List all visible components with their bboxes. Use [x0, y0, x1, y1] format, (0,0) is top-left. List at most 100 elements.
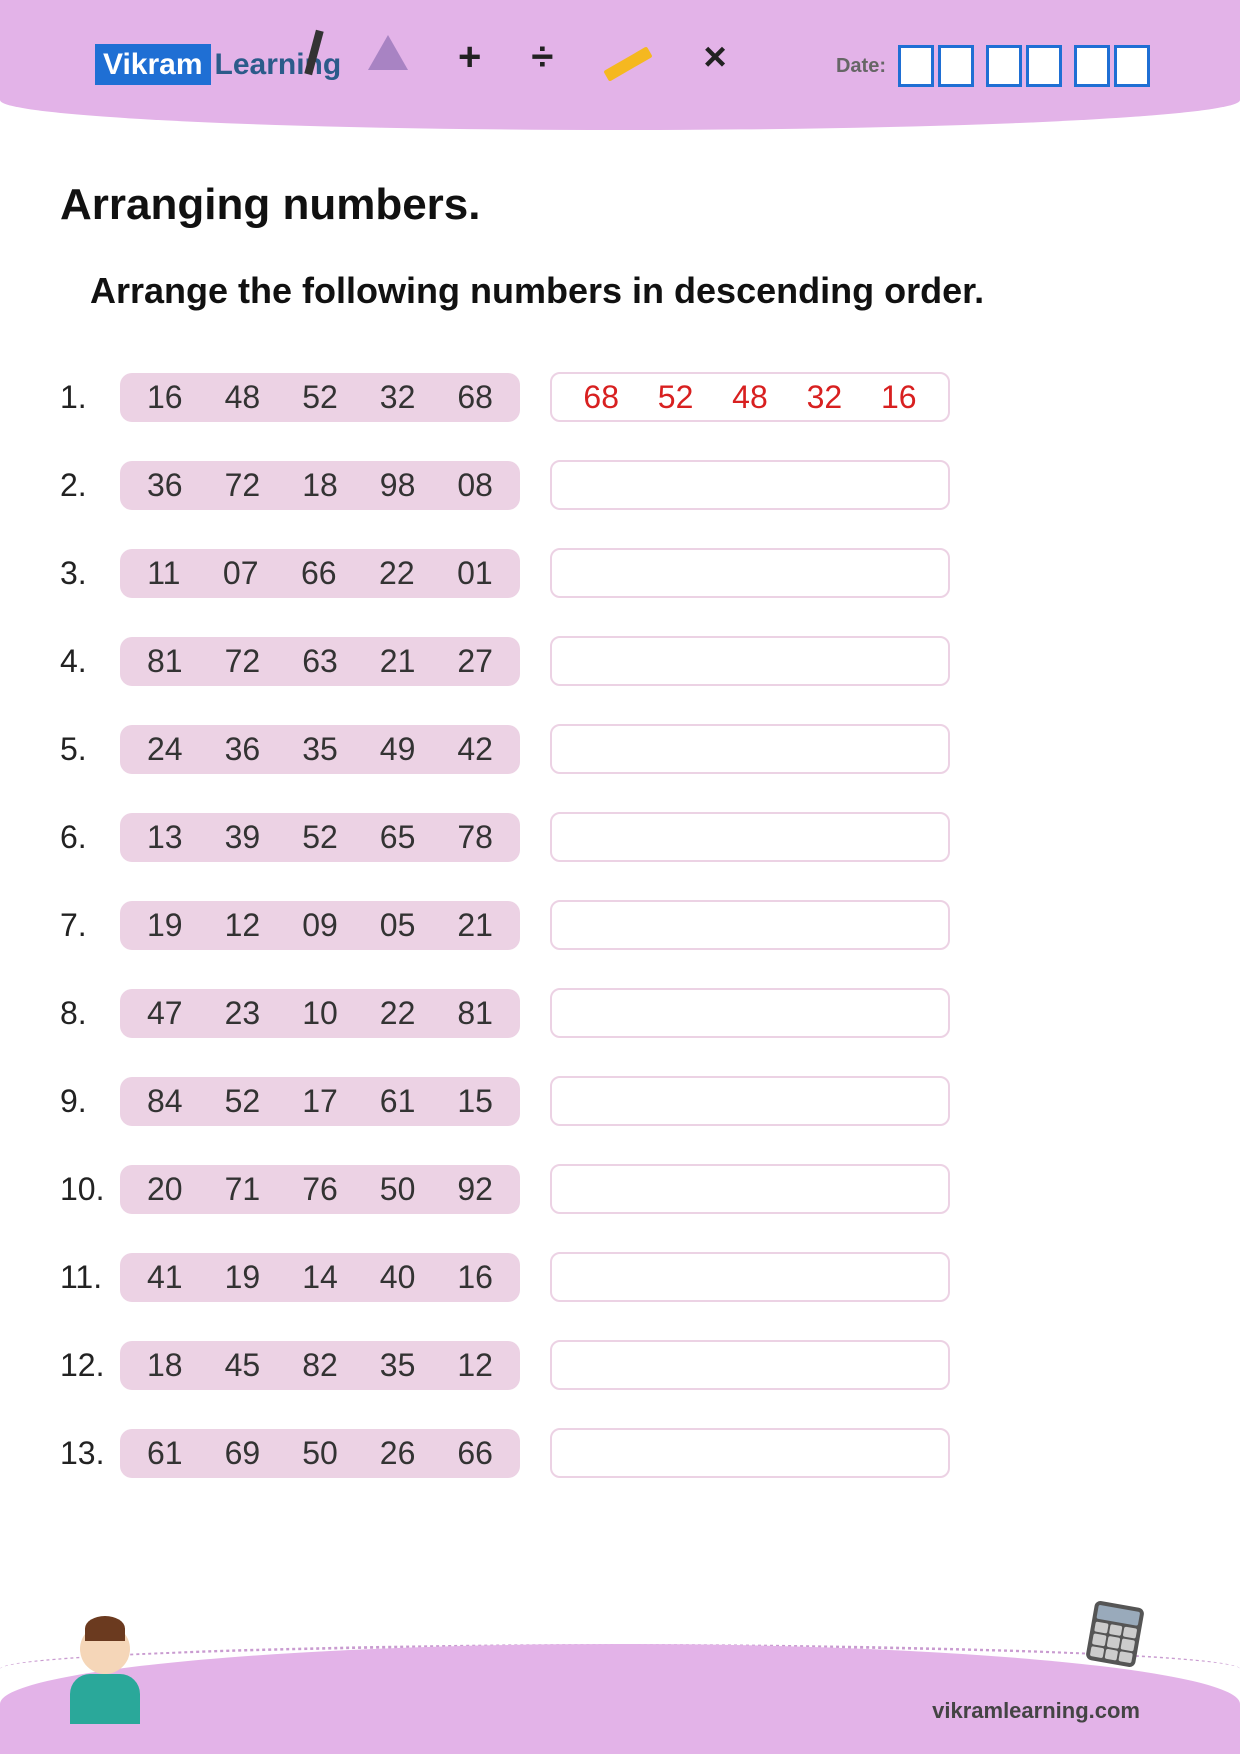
given-number: 81 [147, 643, 183, 680]
problem-number: 7. [60, 907, 120, 944]
given-number: 52 [302, 819, 338, 856]
given-number: 16 [457, 1259, 493, 1296]
given-number: 07 [223, 555, 259, 592]
answer-box[interactable] [550, 812, 950, 862]
given-number: 42 [457, 731, 493, 768]
problem-row: 10.2071765092 [60, 1164, 1180, 1214]
problem-row: 13.6169502666 [60, 1428, 1180, 1478]
date-box-group-1 [898, 45, 974, 87]
given-number: 50 [380, 1171, 416, 1208]
given-numbers: 1339526578 [120, 813, 520, 862]
given-number: 76 [302, 1171, 338, 1208]
answer-box[interactable] [550, 1164, 950, 1214]
given-number: 52 [225, 1083, 261, 1120]
given-number: 26 [380, 1435, 416, 1472]
answer-box[interactable] [550, 900, 950, 950]
given-number: 21 [380, 643, 416, 680]
answer-number: 68 [583, 379, 619, 416]
given-number: 72 [225, 467, 261, 504]
answer-number: 52 [658, 379, 694, 416]
date-input-box[interactable] [1026, 45, 1062, 87]
date-input-box[interactable] [1114, 45, 1150, 87]
given-number: 41 [147, 1259, 183, 1296]
problem-number: 4. [60, 643, 120, 680]
page-title: Arranging numbers. [60, 180, 1180, 230]
header-math-icons: + ÷ × [310, 30, 727, 85]
given-number: 68 [457, 379, 493, 416]
problem-row: 1.16485232686852483216 [60, 372, 1180, 422]
date-section: Date: [836, 45, 1150, 87]
given-numbers: 3672189808 [120, 461, 520, 510]
times-symbol: × [703, 35, 726, 80]
given-number: 45 [225, 1347, 261, 1384]
given-numbers: 2436354942 [120, 725, 520, 774]
given-number: 82 [302, 1347, 338, 1384]
problem-row: 9.8452176115 [60, 1076, 1180, 1126]
answer-box[interactable] [550, 724, 950, 774]
given-number: 15 [457, 1083, 493, 1120]
problem-number: 13. [60, 1435, 120, 1472]
answer-box[interactable] [550, 460, 950, 510]
problem-number: 11. [60, 1259, 120, 1296]
answer-box[interactable] [550, 636, 950, 686]
problem-row: 5.2436354942 [60, 724, 1180, 774]
given-number: 22 [379, 555, 415, 592]
answer-box[interactable] [550, 1252, 950, 1302]
given-numbers: 1912090521 [120, 901, 520, 950]
given-number: 16 [147, 379, 183, 416]
problem-row: 2.3672189808 [60, 460, 1180, 510]
given-number: 52 [302, 379, 338, 416]
problem-number: 8. [60, 995, 120, 1032]
problem-row: 3.1107662201 [60, 548, 1180, 598]
given-numbers: 4119144016 [120, 1253, 520, 1302]
date-box-group-2 [986, 45, 1062, 87]
given-number: 09 [302, 907, 338, 944]
given-number: 61 [147, 1435, 183, 1472]
problem-row: 12.1845823512 [60, 1340, 1180, 1390]
answer-number: 32 [807, 379, 843, 416]
date-input-box[interactable] [898, 45, 934, 87]
given-number: 72 [225, 643, 261, 680]
date-input-box[interactable] [1074, 45, 1110, 87]
date-label: Date: [836, 55, 886, 78]
given-number: 40 [380, 1259, 416, 1296]
answer-box[interactable] [550, 1428, 950, 1478]
problem-number: 10. [60, 1171, 120, 1208]
given-number: 35 [380, 1347, 416, 1384]
given-numbers: 1107662201 [120, 549, 520, 598]
answer-box[interactable] [550, 1076, 950, 1126]
problem-row: 8.4723102281 [60, 988, 1180, 1038]
header-banner: VikramLearning + ÷ × Date: [0, 0, 1240, 130]
given-number: 98 [380, 467, 416, 504]
given-number: 23 [225, 995, 261, 1032]
given-number: 18 [302, 467, 338, 504]
problem-list: 1.164852326868524832162.36721898083.1107… [60, 372, 1180, 1478]
given-number: 05 [380, 907, 416, 944]
ruler-icon [603, 35, 653, 80]
answer-box[interactable]: 6852483216 [550, 372, 950, 422]
triangle-ruler-icon [368, 35, 408, 80]
given-number: 10 [302, 995, 338, 1032]
brand-logo: VikramLearning [95, 48, 341, 82]
answer-box[interactable] [550, 548, 950, 598]
answer-box[interactable] [550, 1340, 950, 1390]
worksheet-content: Arranging numbers. Arrange the following… [0, 130, 1240, 1478]
problem-number: 6. [60, 819, 120, 856]
footer-url: vikramlearning.com [932, 1698, 1140, 1724]
date-input-box[interactable] [986, 45, 1022, 87]
given-number: 71 [225, 1171, 261, 1208]
given-numbers: 1845823512 [120, 1341, 520, 1390]
given-number: 24 [147, 731, 183, 768]
given-numbers: 8172632127 [120, 637, 520, 686]
given-number: 47 [147, 995, 183, 1032]
problem-row: 6.1339526578 [60, 812, 1180, 862]
given-numbers: 6169502666 [120, 1429, 520, 1478]
date-input-box[interactable] [938, 45, 974, 87]
given-number: 22 [380, 995, 416, 1032]
problem-number: 9. [60, 1083, 120, 1120]
problem-row: 4.8172632127 [60, 636, 1180, 686]
given-number: 14 [302, 1259, 338, 1296]
date-box-group-3 [1074, 45, 1150, 87]
answer-box[interactable] [550, 988, 950, 1038]
given-number: 20 [147, 1171, 183, 1208]
